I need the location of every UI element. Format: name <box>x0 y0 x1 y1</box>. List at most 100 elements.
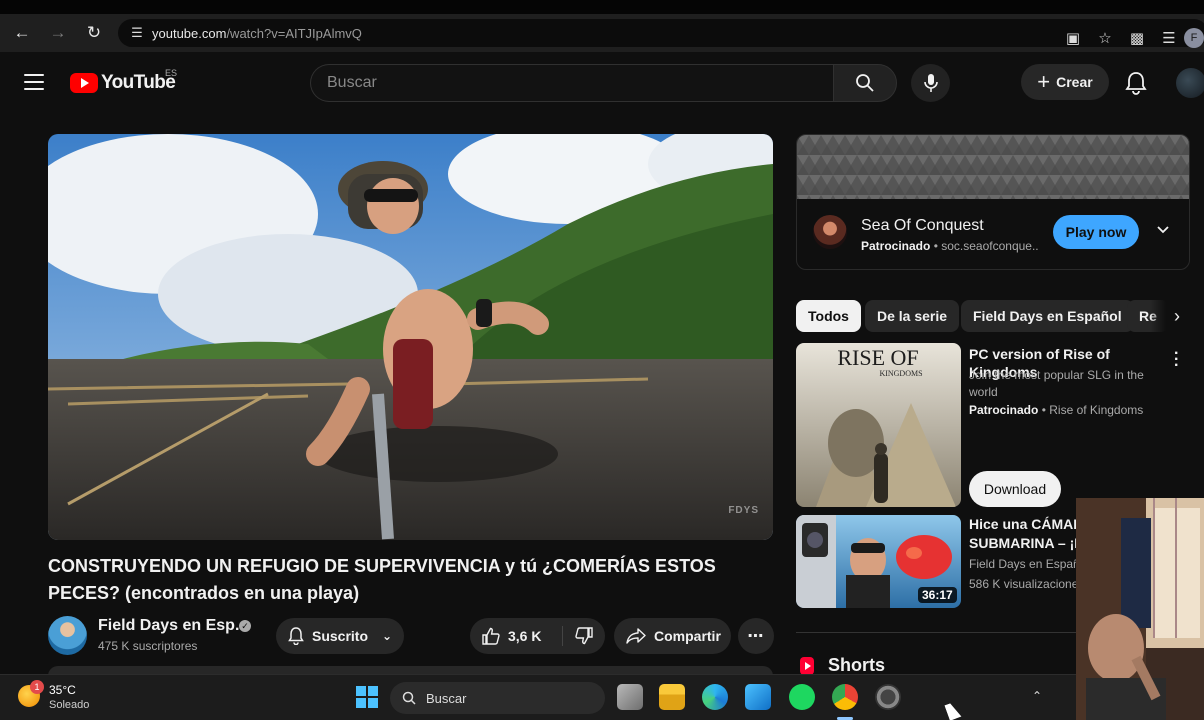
settings-gear-icon[interactable] <box>875 684 901 710</box>
search-input[interactable]: Buscar <box>310 64 833 102</box>
browser-toolbar: ← → ↻ ☰ youtube.com/watch?v=AITJIpAlmvQ … <box>0 14 1204 52</box>
ad-banner-pattern <box>797 135 1189 199</box>
create-button[interactable]: + Crear <box>1021 64 1109 100</box>
shorts-shelf-header: Shorts <box>800 655 885 676</box>
download-button[interactable]: Download <box>969 471 1061 507</box>
thumb-subtitle-text: KINGDOMS <box>879 369 922 378</box>
verified-badge-icon: ✓ <box>239 620 251 632</box>
chevron-down-icon: ⌄ <box>382 629 393 643</box>
more-vertical-icon[interactable]: ... <box>1174 342 1178 370</box>
sponsored-label: Patrocinado <box>969 403 1039 417</box>
weather-condition[interactable]: Soleado <box>49 699 89 711</box>
forward-arrow-icon[interactable]: → <box>44 19 72 47</box>
sponsored-advertiser: Rise of Kingdoms <box>1049 403 1144 417</box>
taskbar-search-label: Buscar <box>426 690 467 706</box>
search-icon <box>402 691 416 705</box>
play-now-button[interactable]: Play now <box>1053 215 1139 249</box>
dislike-button[interactable] <box>563 618 605 654</box>
video-title: CONSTRUYENDO UN REFUGIO DE SUPERVIVENCIA… <box>48 556 716 603</box>
video-frame <box>48 134 773 540</box>
chrome-browser-icon[interactable] <box>832 684 858 710</box>
thumbs-down-icon <box>575 627 593 645</box>
shorts-icon <box>800 656 814 675</box>
profile-avatar[interactable]: F <box>1184 28 1204 48</box>
address-bar[interactable]: ☰ youtube.com/watch?v=AITJIpAlmvQ ▣ ☆ ▩ … <box>118 19 1204 48</box>
share-arrow-icon <box>626 628 646 644</box>
sponsored-related-item[interactable]: RISE OF KINGDOMS PC version of Rise of K… <box>796 342 1190 507</box>
chip-de-la-serie[interactable]: De la serie <box>865 300 960 332</box>
subscribed-button[interactable]: Suscrito ⌄ <box>276 618 404 654</box>
video-duration-badge: 36:17 <box>918 587 957 603</box>
plus-icon: + <box>1037 69 1051 94</box>
microphone-icon <box>923 74 938 92</box>
site-info-icon[interactable]: ☰ <box>122 25 152 41</box>
account-avatar[interactable] <box>1176 68 1204 98</box>
windows-taskbar: 1 35°C Soleado Buscar ⌃ <box>0 674 1076 720</box>
like-dislike-segment: 3,6 K <box>470 618 605 654</box>
related-title-line-1[interactable]: Hice una CÁMARA <box>969 515 1079 534</box>
related-views: 586 K visualizacione <box>969 577 1079 591</box>
file-explorer-icon[interactable] <box>659 684 685 710</box>
chip-field-days[interactable]: Field Days en Español <box>961 300 1134 332</box>
voice-search-button[interactable] <box>911 64 950 102</box>
ad-sponsored-label: Patrocinado <box>861 239 931 253</box>
sponsored-thumbnail[interactable]: RISE OF KINGDOMS <box>796 343 961 507</box>
subscribed-label: Suscrito <box>312 628 369 644</box>
shorts-label: Shorts <box>828 655 886 675</box>
video-watermark: FDYS <box>728 505 759 516</box>
windows-start-icon[interactable] <box>356 686 378 708</box>
video-player[interactable]: FDYS <box>48 134 773 540</box>
video-owner-row: Field Days en Esp... ✓ 475 K suscriptore… <box>48 614 778 656</box>
url-host: youtube.com <box>152 25 227 41</box>
tray-chevron-up-icon[interactable]: ⌃ <box>1032 689 1042 703</box>
chip-todos[interactable]: Todos <box>796 300 861 332</box>
notifications-bell-icon[interactable] <box>1124 70 1148 96</box>
search-placeholder: Buscar <box>327 74 377 91</box>
edge-browser-icon[interactable] <box>702 684 728 710</box>
related-channel[interactable]: Field Days en Españ <box>969 557 1079 571</box>
more-actions-button[interactable]: ⋯ <box>738 618 774 654</box>
media-queue-icon[interactable]: ☰ <box>1154 24 1184 52</box>
spotify-icon[interactable] <box>789 684 815 710</box>
bookmark-star-icon[interactable]: ☆ <box>1090 24 1120 52</box>
youtube-play-icon <box>70 73 98 93</box>
region-code: ES <box>165 68 178 78</box>
bell-icon <box>288 627 304 645</box>
sidebar-ad-card[interactable]: Sea Of Conquest Patrocinado • soc.seaofc… <box>796 134 1190 270</box>
weather-notification-badge: 1 <box>30 680 44 694</box>
related-title-line-2[interactable]: SUBMARINA – ¡P <box>969 534 1079 553</box>
taskbar-search[interactable]: Buscar <box>390 682 605 714</box>
url-text: youtube.com/watch?v=AITJIpAlmvQ <box>152 26 362 41</box>
ad-domain: soc.seaofconque... <box>941 239 1039 253</box>
url-path: /watch?v=AITJIpAlmvQ <box>226 25 362 41</box>
youtube-logo[interactable]: YouTube ES <box>70 68 177 94</box>
related-filter-chips: Todos De la serie Field Days en Español … <box>796 300 1190 332</box>
subscriber-count: 475 K suscriptores <box>98 639 198 653</box>
weather-temperature[interactable]: 35°C <box>49 683 76 697</box>
search-icon <box>856 74 874 92</box>
more-horizontal-icon: ⋯ <box>747 628 765 645</box>
channel-avatar[interactable] <box>48 616 87 655</box>
task-view-icon[interactable] <box>617 684 643 710</box>
webcam-overlay <box>1076 498 1204 720</box>
ad-title: Sea Of Conquest <box>861 217 984 234</box>
create-label: Crear <box>1056 74 1093 90</box>
microsoft-store-icon[interactable] <box>745 684 771 710</box>
thumb-title-text: RISE OF <box>837 345 918 370</box>
install-app-icon[interactable]: ▣ <box>1058 24 1088 52</box>
share-button[interactable]: Compartir <box>614 618 731 654</box>
chevron-right-icon[interactable]: › <box>1150 300 1190 332</box>
sponsored-meta: Patrocinado • Rise of Kingdoms <box>969 403 1144 417</box>
extensions-icon[interactable]: ▩ <box>1122 24 1152 52</box>
rise-of-kingdoms-artwork: RISE OF KINGDOMS <box>796 343 961 507</box>
search-button[interactable] <box>833 64 897 102</box>
ad-sponsor-line: Patrocinado • soc.seaofconque... <box>861 239 1039 253</box>
reload-icon[interactable]: ↻ <box>80 19 108 47</box>
webcam-feed <box>1076 498 1204 720</box>
youtube-masthead: YouTube ES Buscar + Crear <box>0 52 1204 114</box>
back-arrow-icon[interactable]: ← <box>8 19 36 47</box>
channel-name[interactable]: Field Days en Esp... <box>98 617 248 635</box>
like-button[interactable]: 3,6 K <box>470 618 562 654</box>
menu-icon[interactable] <box>24 74 44 90</box>
chevron-down-icon[interactable] <box>1155 221 1171 237</box>
